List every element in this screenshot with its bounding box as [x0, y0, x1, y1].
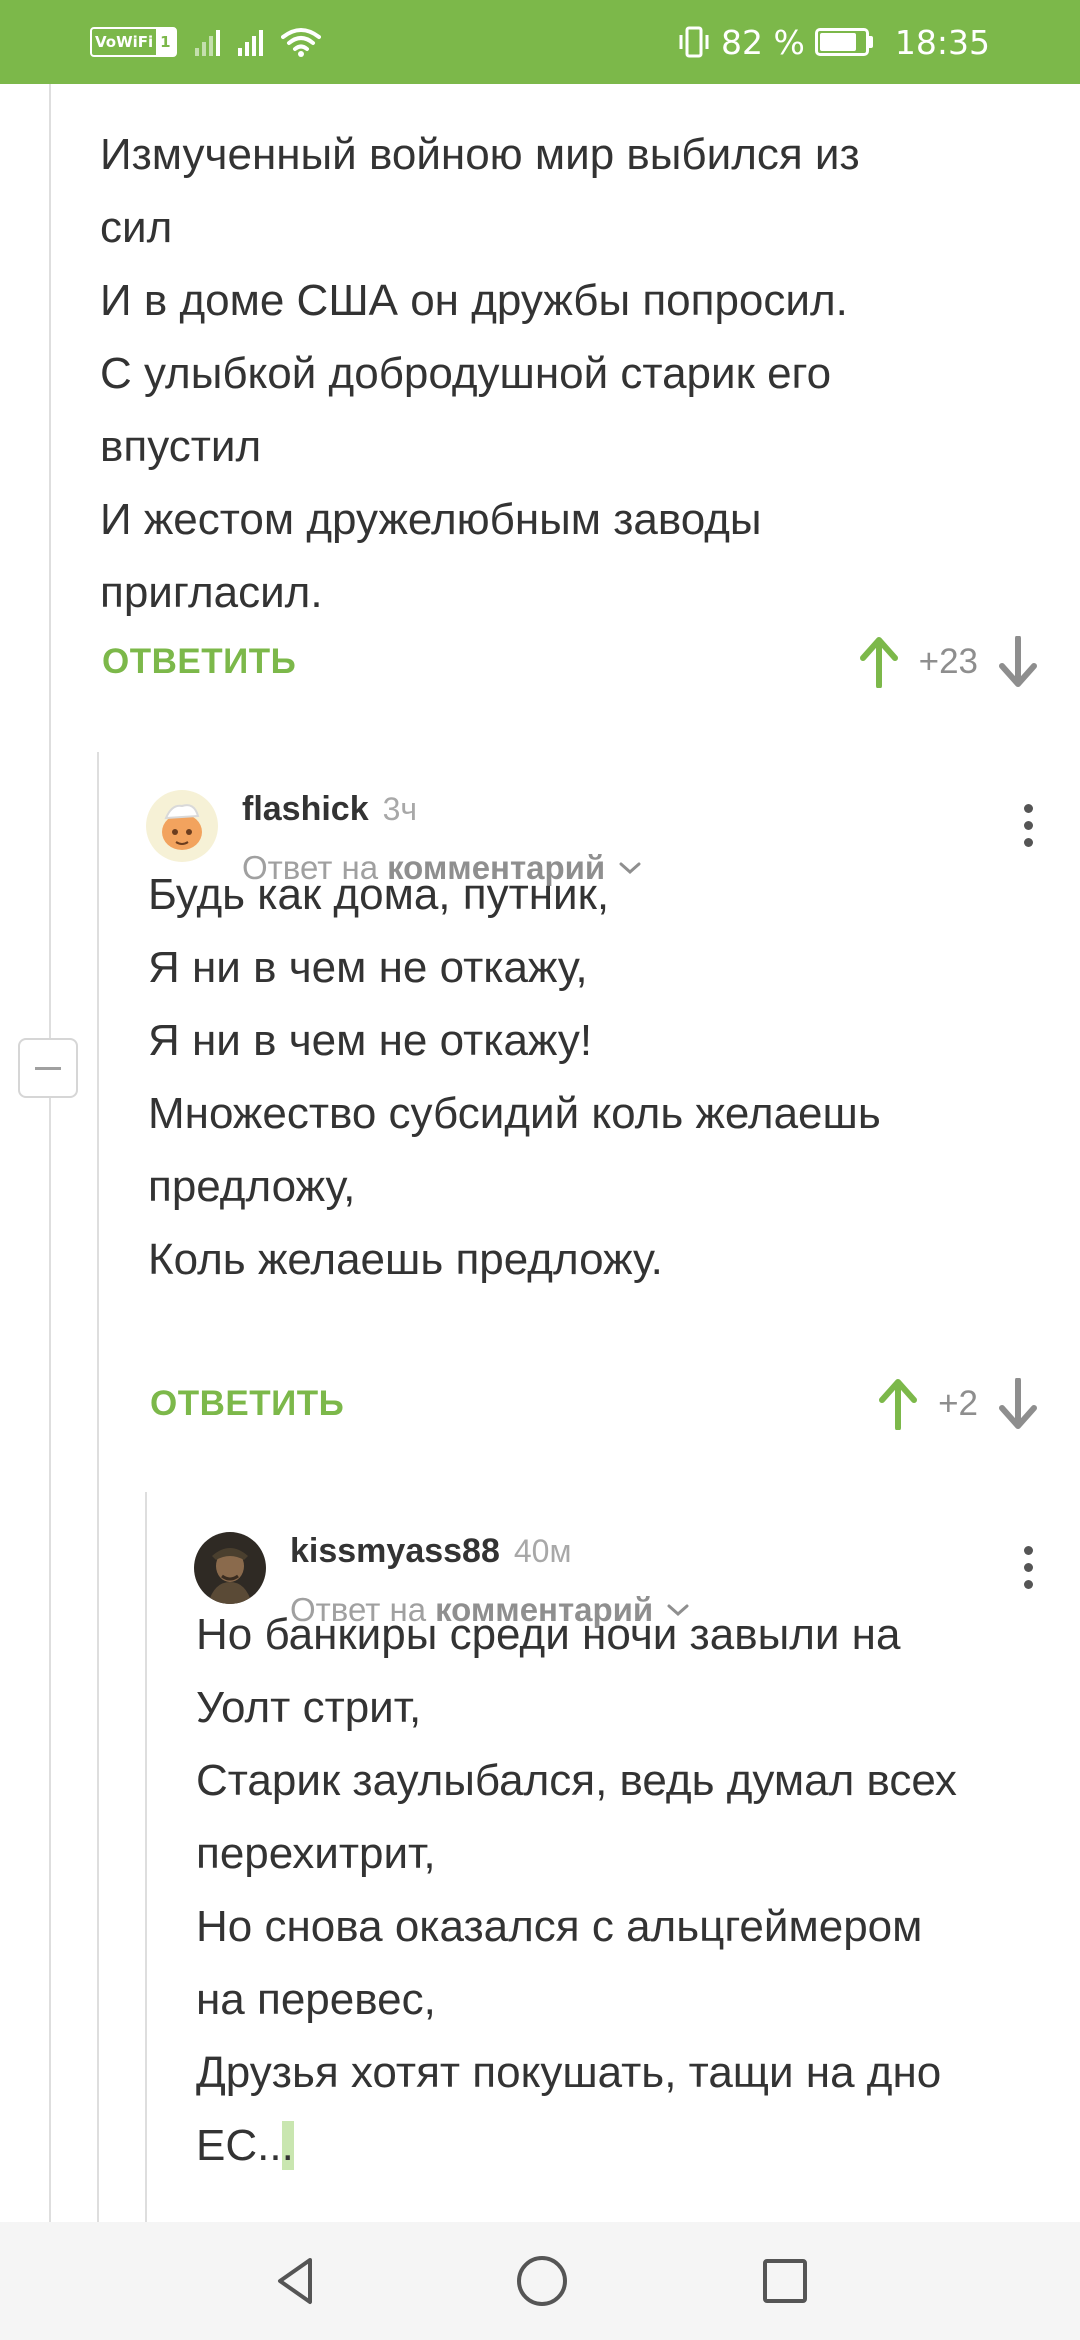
comment-text: Но банкиры среди ночи завыли на Уолт стр… — [196, 1598, 1038, 2182]
reply-button[interactable]: ОТВЕТИТЬ — [150, 1384, 344, 1424]
avatar[interactable] — [194, 1532, 266, 1604]
comment-line: С улыбкой добродушной старик его — [100, 349, 832, 398]
downvote-icon[interactable] — [998, 636, 1038, 688]
navigation-bar — [0, 2222, 1080, 2340]
comment-line: Но снова оказался с альцгеймером — [196, 1902, 923, 1951]
battery-icon — [814, 28, 873, 56]
comment-time: 3ч — [382, 791, 418, 827]
comment-line: Друзья хотят покушать, тащи на дно — [196, 2048, 942, 2097]
comment-line: Но банкиры среди ночи завыли на — [196, 1610, 901, 1659]
comment-line: Я ни в чем не откажу, — [148, 943, 588, 992]
comment-line: ЕС... — [196, 2109, 1038, 2182]
comment-line: на перевес, — [196, 1975, 436, 2024]
comment-line: Будь как дома, путник, — [148, 870, 610, 919]
comment-text: Будь как дома, путник, Я ни в чем не отк… — [148, 858, 1038, 1296]
comment-score: +23 — [918, 642, 978, 681]
thread-line[interactable] — [49, 84, 51, 2222]
comment-text: Измученный войною мир выбился из сил И в… — [100, 118, 1040, 629]
back-icon[interactable] — [270, 2254, 324, 2308]
reply-button[interactable]: ОТВЕТИТЬ — [102, 642, 296, 682]
comment-actions: ОТВЕТИТЬ +23 — [102, 636, 1038, 688]
sim-label: 1 — [156, 29, 175, 55]
comment-line: И в доме США он дружбы попросил. — [100, 276, 848, 325]
recents-icon[interactable] — [760, 2256, 810, 2306]
text-selection-highlight[interactable]: . — [281, 2121, 294, 2170]
more-options-icon[interactable] — [1018, 1546, 1038, 1589]
vowifi-icon: VoWiFi 1 — [90, 27, 177, 57]
vibrate-icon — [679, 26, 709, 58]
more-options-icon[interactable] — [1018, 804, 1038, 847]
comment-line: предложу, — [148, 1162, 356, 1211]
status-bar: VoWiFi 1 82 % 18:35 — [0, 0, 1080, 84]
vowifi-label: VoWiFi — [95, 33, 154, 51]
comment-line: впустил — [100, 422, 262, 471]
comment-time: 40м — [513, 1533, 572, 1569]
comment-line: сил — [100, 203, 173, 252]
avatar[interactable] — [146, 790, 218, 862]
comment-line: пригласил. — [100, 568, 323, 617]
signal-icon — [237, 28, 263, 56]
comment-line: Коль желаешь предложу. — [148, 1235, 663, 1284]
upvote-icon[interactable] — [878, 1378, 918, 1430]
comment: Измученный войною мир выбился из сил И в… — [100, 118, 1040, 629]
comment: Но банкиры среди ночи завыли на Уолт стр… — [196, 1598, 1038, 2182]
comment-actions: ОТВЕТИТЬ +2 — [150, 1378, 1038, 1430]
comments-feed[interactable]: Измученный войною мир выбился из сил И в… — [0, 84, 1080, 2222]
comment-line: Множество субсидий коль желаешь — [148, 1089, 881, 1138]
thread-line[interactable] — [97, 752, 99, 2222]
comment-line: Старик заулыбался, ведь думал всех — [196, 1756, 957, 1805]
thread-line[interactable] — [145, 1492, 147, 2222]
battery-percent: 82 % — [721, 22, 805, 62]
downvote-icon[interactable] — [998, 1378, 1038, 1430]
comment-line: перехитрит, — [196, 1829, 436, 1878]
wifi-icon — [280, 28, 321, 57]
collapse-thread-button[interactable] — [18, 1038, 78, 1098]
comment-line: Измученный войною мир выбился из — [100, 130, 860, 179]
comment-score: +2 — [938, 1384, 978, 1423]
comment-line: Уолт стрит, — [196, 1683, 422, 1732]
home-icon[interactable] — [514, 2253, 570, 2309]
signal-icon — [194, 28, 220, 56]
comment-line-text: ЕС.. — [196, 2121, 282, 2170]
comment-line: И жестом дружелюбным заводы — [100, 495, 762, 544]
username[interactable]: kissmyass88 — [290, 1532, 500, 1571]
comment: Будь как дома, путник, Я ни в чем не отк… — [148, 858, 1038, 1296]
clock: 18:35 — [894, 22, 990, 62]
upvote-icon[interactable] — [859, 636, 899, 688]
username[interactable]: flashick — [242, 790, 369, 829]
comment-line: Я ни в чем не откажу! — [148, 1016, 593, 1065]
